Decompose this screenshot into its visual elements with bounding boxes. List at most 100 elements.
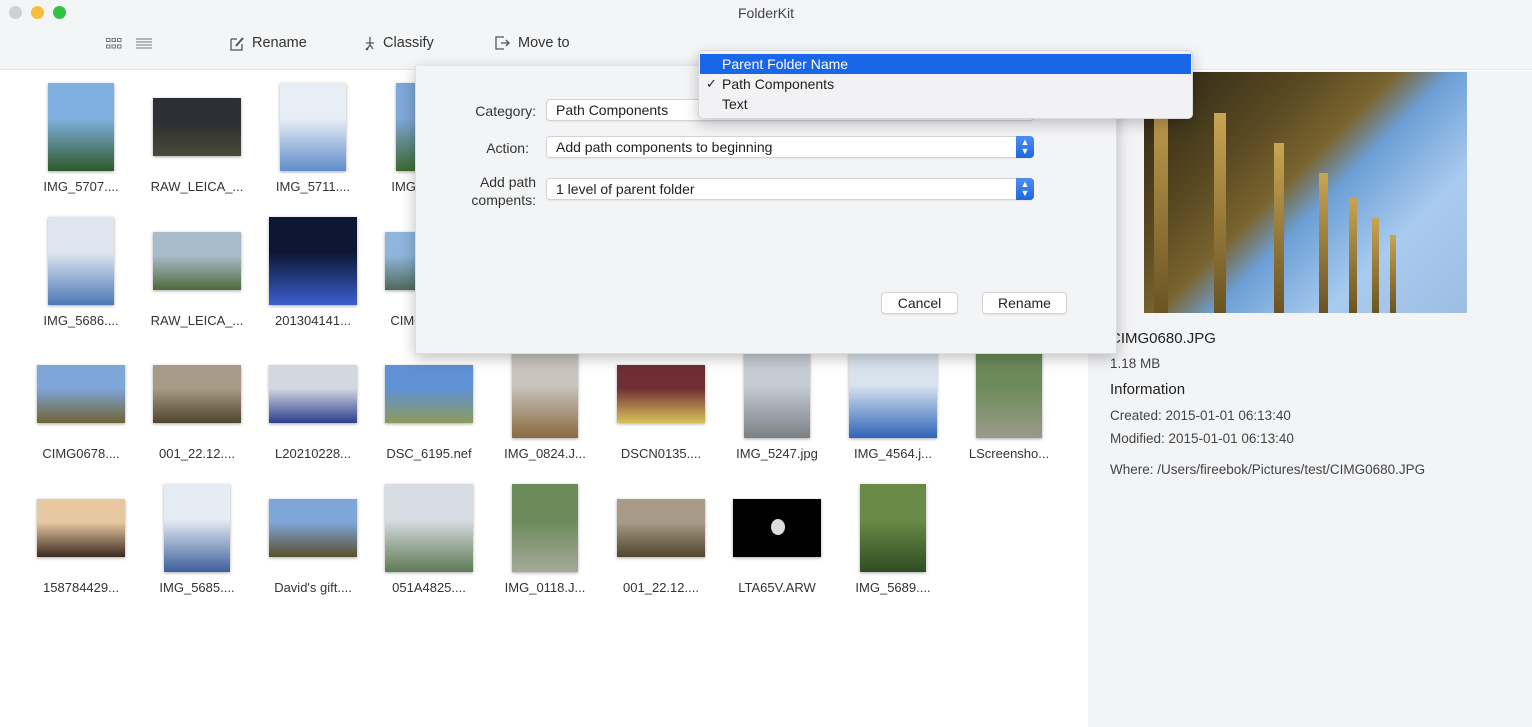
components-label-line1: Add path (479, 174, 536, 190)
photo-thumbnail (860, 484, 926, 572)
preview-column-shape (1349, 198, 1357, 313)
classify-icon (365, 36, 374, 50)
move-to-toolbar-button[interactable]: Move to (495, 33, 570, 53)
photo-thumbnail (280, 83, 346, 171)
components-label-line2: compents: (471, 192, 536, 208)
moon-shape (771, 519, 785, 535)
photo-grid-item[interactable]: David's gift.... (255, 472, 371, 602)
menu-option-text[interactable]: Text (700, 94, 1191, 114)
photo-file-name: IMG_0118.J... (504, 580, 586, 595)
photo-file-name: LScreensho... (968, 446, 1050, 461)
category-label: Category: (475, 103, 536, 119)
rename-toolbar-button[interactable]: Rename (230, 33, 307, 53)
photo-thumbnail (48, 83, 114, 171)
photo-grid-item[interactable]: IMG_4564.j... (835, 338, 951, 468)
action-value: Add path components to beginning (556, 139, 773, 155)
preview-column-shape (1274, 143, 1284, 313)
menu-option-path-components[interactable]: ✓ Path Components (700, 74, 1191, 94)
photo-grid-item[interactable]: IMG_5689.... (835, 472, 951, 602)
photo-file-name: L20210228... (275, 446, 351, 461)
photo-grid-item[interactable]: LScreensho... (951, 338, 1067, 468)
photo-file-name: RAW_LEICA_... (150, 179, 244, 194)
grid-icon (106, 38, 122, 49)
rename-confirm-button[interactable]: Rename (982, 292, 1067, 314)
grid-view-button[interactable] (106, 37, 122, 55)
photo-file-name: 001_22.12.... (623, 580, 699, 595)
category-dropdown-menu: Parent Folder Name ✓ Path Components Tex… (698, 50, 1193, 119)
photo-file-name: 051A4825.... (392, 580, 466, 595)
photo-grid-item[interactable]: IMG_5685.... (139, 472, 255, 602)
chevron-updown-icon: ▲ ▼ (1016, 178, 1034, 200)
photo-thumbnail (269, 365, 357, 423)
photo-file-name: CIMG0678.... (42, 446, 120, 461)
classify-toolbar-button[interactable]: Classify (364, 33, 434, 53)
photo-grid-item[interactable]: L20210228... (255, 338, 371, 468)
preview-column-shape (1372, 218, 1379, 313)
photo-file-name: 158784429... (43, 580, 119, 595)
photo-grid-item[interactable]: IMG_0118.J... (487, 472, 603, 602)
photo-file-name: IMG_5686.... (43, 313, 119, 328)
details-section-title: Information (1110, 381, 1186, 398)
photo-grid-item[interactable]: CIMG0678.... (23, 338, 139, 468)
details-where: Where: /Users/fireebok/Pictures/test/CIM… (1110, 462, 1426, 477)
rename-toolbar-label: Rename (252, 35, 307, 51)
photo-grid-item[interactable]: RAW_LEICA_... (139, 71, 255, 201)
photo-thumbnail (617, 365, 705, 423)
photo-thumbnail (153, 98, 241, 156)
folderkit-window: FolderKit Rename Classify Move to IMG_57… (0, 0, 1532, 727)
photo-thumbnail (385, 365, 473, 423)
photo-grid-item[interactable]: IMG_5711.... (255, 71, 371, 201)
photo-grid-item[interactable]: 201304141... (255, 205, 371, 335)
photo-thumbnail (269, 217, 357, 305)
list-icon (136, 38, 152, 49)
photo-thumbnail (744, 350, 810, 438)
photo-grid-item[interactable]: IMG_5686.... (23, 205, 139, 335)
preview-column-shape (1390, 235, 1396, 313)
photo-file-name: David's gift.... (274, 580, 352, 595)
photo-grid-item[interactable]: 051A4825.... (371, 472, 487, 602)
menu-option-label: Path Components (722, 76, 835, 92)
photo-file-name: IMG_5247.jpg (736, 446, 818, 461)
move-to-toolbar-label: Move to (518, 35, 570, 51)
photo-grid-item[interactable]: 001_22.12.... (603, 472, 719, 602)
photo-thumbnail (385, 484, 473, 572)
photo-grid-item[interactable]: LTA65V.ARW (719, 472, 835, 602)
photo-file-name: IMG_5707.... (43, 179, 119, 194)
photo-grid-item[interactable]: DSC_6195.nef (371, 338, 487, 468)
window-title: FolderKit (737, 5, 795, 21)
photo-thumbnail (617, 499, 705, 557)
list-view-button[interactable] (136, 37, 152, 55)
category-value: Path Components (556, 102, 669, 118)
cancel-button[interactable]: Cancel (881, 292, 958, 314)
menu-option-parent-folder-name[interactable]: Parent Folder Name (700, 54, 1191, 74)
action-popup[interactable]: Add path components to beginning ▲ ▼ (546, 136, 1034, 158)
photo-file-name: IMG_5685.... (159, 580, 235, 595)
details-panel: CIMG0680.JPG 1.18 MB Information Created… (1088, 71, 1532, 727)
photo-thumbnail (269, 499, 357, 557)
menu-option-label: Text (722, 96, 748, 112)
photo-thumbnail (153, 365, 241, 423)
photo-grid-item[interactable]: IMG_5707.... (23, 71, 139, 201)
photo-grid-item[interactable]: 158784429... (23, 472, 139, 602)
photo-file-name: IMG_5689.... (855, 580, 931, 595)
details-file-size: 1.18 MB (1110, 356, 1161, 371)
photo-grid-item[interactable]: 001_22.12.... (139, 338, 255, 468)
photo-grid-item[interactable]: IMG_0824.J... (487, 338, 603, 468)
preview-column-shape (1214, 113, 1226, 313)
details-modified: Modified: 2015-01-01 06:13:40 (1110, 431, 1294, 446)
components-label: Add path compents: (416, 173, 536, 209)
photo-thumbnail (37, 499, 125, 557)
components-popup[interactable]: 1 level of parent folder ▲ ▼ (546, 178, 1034, 200)
photo-file-name: DSC_6195.nef (386, 446, 472, 461)
photo-grid-item[interactable]: RAW_LEICA_... (139, 205, 255, 335)
action-label: Action: (486, 140, 529, 156)
photo-thumbnail (48, 217, 114, 305)
checkmark-icon: ✓ (706, 76, 717, 91)
photo-thumbnail (976, 350, 1042, 438)
photo-grid-item[interactable]: IMG_5247.jpg (719, 338, 835, 468)
photo-grid-item[interactable]: DSCN0135.... (603, 338, 719, 468)
photo-thumbnail (153, 232, 241, 290)
photo-file-name: IMG_5711.... (275, 179, 351, 194)
menu-option-label: Parent Folder Name (722, 56, 849, 72)
details-file-name: CIMG0680.JPG (1110, 330, 1216, 347)
